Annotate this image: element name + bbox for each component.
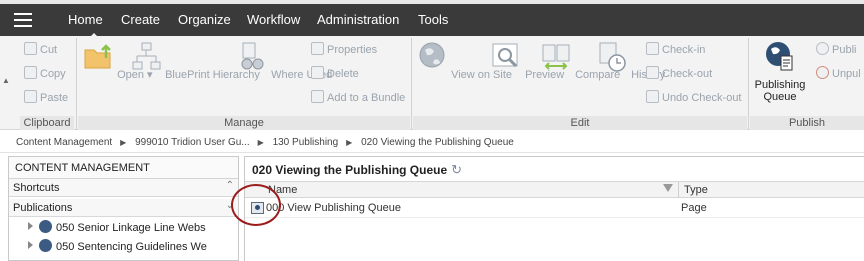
menu-icon[interactable] bbox=[14, 13, 32, 27]
menu-create[interactable]: Create bbox=[121, 12, 160, 27]
publication-icon bbox=[39, 220, 52, 233]
check-in-button[interactable]: Check-in bbox=[646, 42, 705, 56]
copy-icon bbox=[24, 66, 37, 79]
ribbon-divider bbox=[411, 38, 412, 130]
trash-icon bbox=[311, 66, 324, 79]
copy-button[interactable]: Copy bbox=[24, 66, 66, 80]
undo-lock-icon bbox=[646, 90, 659, 103]
tree-item[interactable]: 050 Senior Linkage Line Webs bbox=[9, 217, 238, 236]
menu-tools[interactable]: Tools bbox=[418, 12, 448, 27]
ribbon-divider bbox=[748, 38, 749, 130]
row-name: 000 View Publishing Queue bbox=[266, 202, 401, 214]
group-label-manage: Manage bbox=[78, 116, 410, 130]
unpublish-button[interactable]: Unpul bbox=[816, 66, 861, 80]
undo-check-out-button[interactable]: Undo Check-out bbox=[646, 90, 742, 104]
expand-arrow-icon[interactable] bbox=[28, 241, 33, 249]
menu-organize[interactable]: Organize bbox=[178, 12, 231, 27]
content-panel: 020 Viewing the Publishing Queue ↻ Name T… bbox=[244, 156, 864, 261]
filter-icon[interactable] bbox=[663, 184, 673, 192]
unpublish-icon bbox=[816, 66, 829, 79]
blueprint-hierarchy-button[interactable]: BluePrint Hierarchy bbox=[130, 40, 260, 81]
content-title: 020 Viewing the Publishing Queue ↻ bbox=[252, 162, 463, 177]
view-on-site-button[interactable]: View on Site bbox=[416, 40, 512, 81]
binoculars-icon bbox=[241, 42, 264, 70]
top-menu-bar: Home Create Organize Workflow Administra… bbox=[0, 0, 864, 38]
lock-icon bbox=[646, 66, 659, 79]
blueprint-icon bbox=[132, 42, 161, 70]
breadcrumb-item[interactable]: Content Management bbox=[16, 137, 112, 148]
globe-icon bbox=[419, 42, 445, 68]
compare-button[interactable]: Compare bbox=[540, 40, 620, 81]
group-label-publish: Publish bbox=[750, 116, 864, 130]
ribbon-divider bbox=[76, 38, 77, 130]
lock-icon bbox=[646, 42, 659, 55]
where-used-button[interactable]: Where Used bbox=[236, 40, 332, 81]
cut-icon bbox=[24, 42, 37, 55]
magnifier-icon bbox=[492, 43, 518, 68]
menu-home[interactable]: Home bbox=[68, 12, 103, 27]
publishing-queue-icon bbox=[766, 42, 793, 71]
column-divider[interactable] bbox=[678, 182, 679, 198]
publish-icon bbox=[816, 42, 829, 55]
menu-workflow[interactable]: Workflow bbox=[247, 12, 300, 27]
panel-title: CONTENT MANAGEMENT bbox=[9, 157, 238, 179]
delete-button[interactable]: Delete bbox=[311, 66, 359, 80]
open-folder-icon bbox=[84, 44, 111, 69]
shortcuts-section[interactable]: Shortcuts ⌃ bbox=[9, 179, 238, 197]
table-row[interactable]: 000 View Publishing Queue Page bbox=[245, 198, 864, 218]
breadcrumb: Content Management ▶ 999010 Tridion User … bbox=[0, 131, 864, 153]
cut-button[interactable]: Cut bbox=[24, 42, 57, 56]
breadcrumb-item[interactable]: 999010 Tridion User Gu... bbox=[135, 137, 250, 148]
refresh-icon[interactable]: ↻ bbox=[451, 162, 462, 177]
publication-icon bbox=[39, 239, 52, 252]
bundle-icon bbox=[311, 90, 324, 103]
properties-button[interactable]: Properties bbox=[311, 42, 377, 56]
tree-item[interactable]: 050 Sentencing Guidelines We bbox=[9, 236, 238, 255]
ribbon: ▲ Cut Copy Paste Clipboard Open ▾ BluePr… bbox=[0, 36, 864, 130]
properties-icon bbox=[311, 42, 324, 55]
breadcrumb-item[interactable]: 020 Viewing the Publishing Queue bbox=[361, 137, 514, 148]
grid-header: Name Type bbox=[245, 181, 864, 198]
collapse-ribbon-icon[interactable]: ▲ bbox=[2, 76, 10, 85]
preview-button[interactable]: Preview bbox=[490, 40, 564, 81]
add-to-bundle-button[interactable]: Add to a Bundle bbox=[311, 90, 405, 104]
publish-button[interactable]: Publi bbox=[816, 42, 856, 56]
group-label-clipboard: Clipboard bbox=[20, 116, 74, 130]
row-type: Page bbox=[681, 202, 707, 214]
expand-icon[interactable]: ⌃ bbox=[226, 180, 234, 191]
clock-icon bbox=[599, 42, 626, 72]
menu-administration[interactable]: Administration bbox=[317, 12, 399, 27]
annotation-circle bbox=[231, 184, 281, 226]
history-button[interactable]: History bbox=[596, 40, 665, 81]
open-button[interactable]: Open ▾ bbox=[82, 40, 153, 81]
group-label-edit: Edit bbox=[413, 116, 747, 130]
compare-icon bbox=[542, 44, 570, 70]
column-header-type[interactable]: Type bbox=[684, 184, 708, 196]
publications-section[interactable]: Publications ⌄ bbox=[9, 199, 238, 217]
breadcrumb-item[interactable]: 130 Publishing bbox=[273, 137, 339, 148]
publishing-queue-button[interactable]: Publishing Queue bbox=[752, 40, 808, 103]
paste-icon bbox=[24, 90, 37, 103]
navigation-panel: CONTENT MANAGEMENT Shortcuts ⌃ Publicati… bbox=[8, 156, 239, 261]
check-out-button[interactable]: Check-out bbox=[646, 66, 712, 80]
paste-button[interactable]: Paste bbox=[24, 90, 68, 104]
expand-arrow-icon[interactable] bbox=[28, 222, 33, 230]
